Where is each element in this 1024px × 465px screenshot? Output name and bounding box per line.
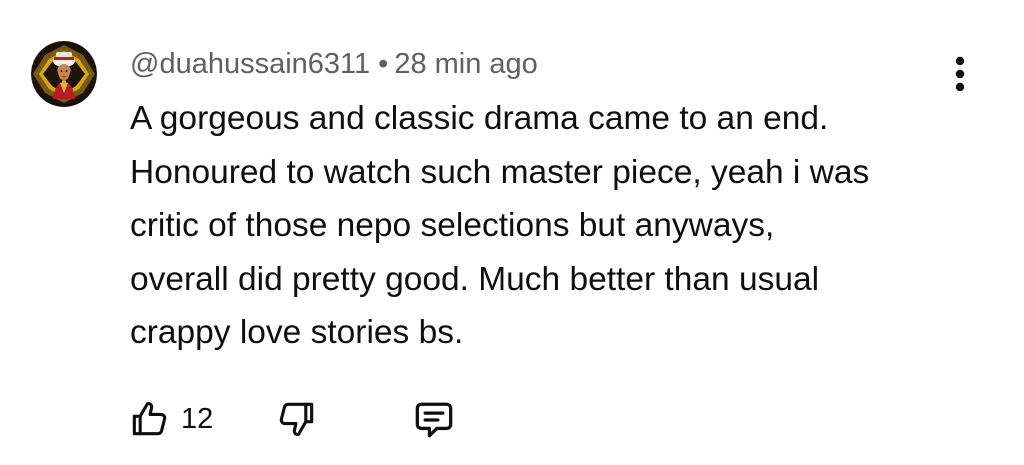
comment-line: overall did pretty good. Much better tha…	[130, 260, 820, 298]
like-button[interactable]: 12	[127, 395, 227, 443]
comment-line: critic of those nepo selections but anyw…	[130, 207, 775, 244]
author-name[interactable]: @duahussain6311	[130, 48, 370, 80]
comment-timestamp: 28 min ago	[394, 48, 538, 80]
avatar[interactable]	[31, 41, 97, 107]
avatar-image	[31, 41, 97, 107]
comment-line: A gorgeous and classic drama came to an …	[130, 100, 829, 137]
thumbs-down-icon	[279, 402, 314, 437]
comment-line: Honoured to watch such master piece, yea…	[130, 153, 870, 191]
comment-text: A gorgeous and classic drama came to an …	[130, 92, 990, 360]
comment-header: @duahussain6311 • 28 min ago	[130, 44, 538, 84]
comment-reply-icon	[415, 402, 453, 438]
comment-line: crappy love stories bs.	[130, 314, 464, 351]
header-separator: •	[378, 48, 389, 80]
like-count: 12	[181, 403, 214, 435]
thumbs-up-icon	[132, 401, 167, 436]
more-options-button[interactable]	[940, 52, 980, 96]
comment: @duahussain6311 • 28 min ago A gorgeous an…	[0, 0, 1024, 465]
reply-button[interactable]	[411, 395, 459, 443]
dislike-button[interactable]	[275, 395, 323, 443]
more-vert-icon	[955, 56, 965, 92]
